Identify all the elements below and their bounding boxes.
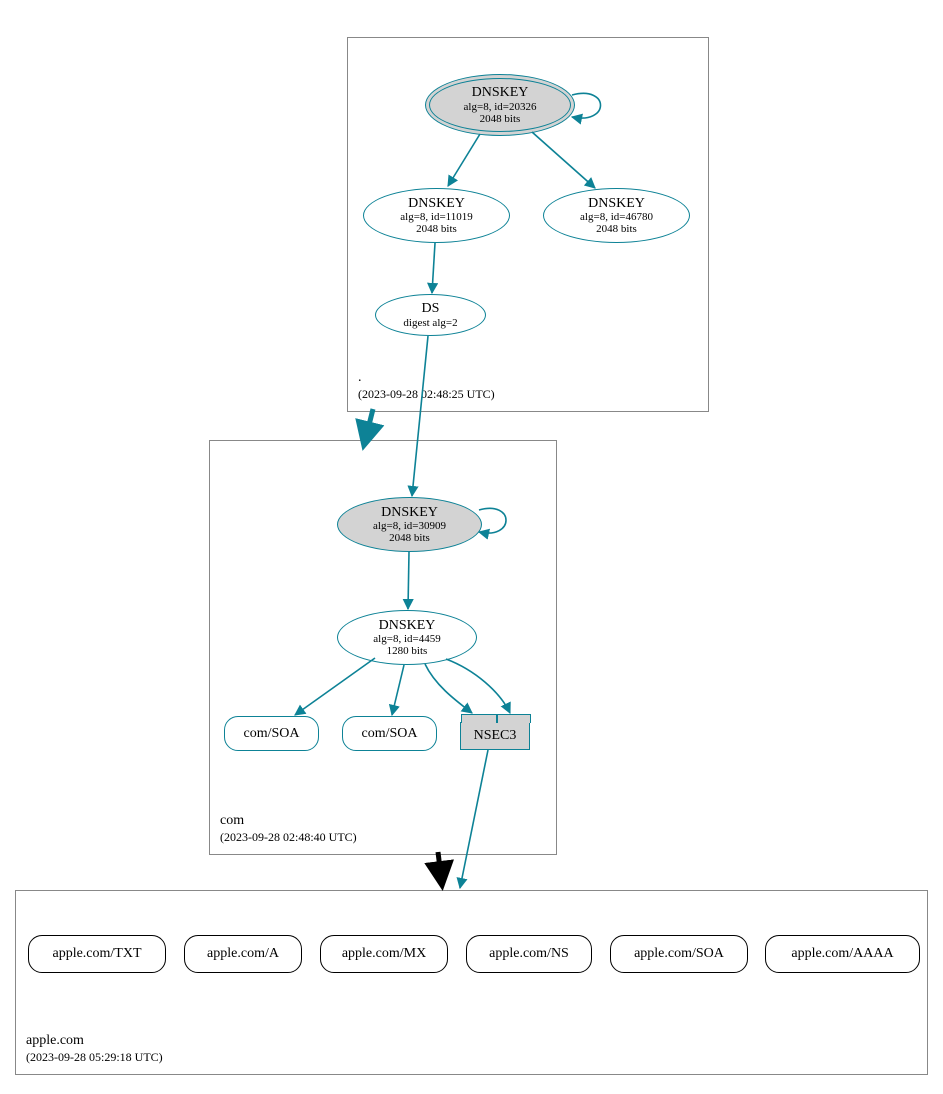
zone-root-ts: (2023-09-28 02:48:25 UTC) xyxy=(358,387,495,403)
node-apple-aaaa: apple.com/AAAA xyxy=(765,935,920,973)
node-apple-mx: apple.com/MX xyxy=(320,935,448,973)
node-apple-soa-title: apple.com/SOA xyxy=(634,946,724,961)
node-root-k2-title: DNSKEY xyxy=(588,196,645,211)
node-com-ksk: DNSKEY alg=8, id=30909 2048 bits xyxy=(337,497,482,552)
node-apple-ns: apple.com/NS xyxy=(466,935,592,973)
zone-com-ts: (2023-09-28 02:48:40 UTC) xyxy=(220,830,357,846)
node-com-soa-1: com/SOA xyxy=(224,716,319,751)
node-com-soa-2-title: com/SOA xyxy=(362,726,418,741)
node-root-zsk-title: DNSKEY xyxy=(408,196,465,211)
node-root-ds-l1: digest alg=2 xyxy=(403,317,457,329)
node-root-zsk-l2: 2048 bits xyxy=(416,223,457,235)
zone-com-name: com xyxy=(220,812,357,830)
zone-com-label: com (2023-09-28 02:48:40 UTC) xyxy=(220,812,357,846)
nsec3-tab-2 xyxy=(497,714,531,723)
zone-apple-ts: (2023-09-28 05:29:18 UTC) xyxy=(26,1050,163,1066)
node-com-ksk-l1: alg=8, id=30909 xyxy=(373,520,446,532)
node-apple-mx-title: apple.com/MX xyxy=(342,946,426,961)
node-root-k2-l2: 2048 bits xyxy=(596,223,637,235)
node-com-soa-2: com/SOA xyxy=(342,716,437,751)
zone-apple-label: apple.com (2023-09-28 05:29:18 UTC) xyxy=(26,1032,163,1066)
node-com-zsk-l1: alg=8, id=4459 xyxy=(373,633,440,645)
node-root-ds: DS digest alg=2 xyxy=(375,294,486,336)
node-root-ksk-l2: 2048 bits xyxy=(480,113,521,125)
node-root-ksk-title: DNSKEY xyxy=(472,85,529,100)
node-nsec3: NSEC3 xyxy=(460,722,530,750)
node-com-zsk-l2: 1280 bits xyxy=(387,645,428,657)
nsec3-tab-1 xyxy=(461,714,497,723)
edge-com-apple-zone xyxy=(438,852,442,885)
zone-root-name: . xyxy=(358,369,495,387)
node-apple-aaaa-title: apple.com/AAAA xyxy=(791,946,893,961)
node-root-ksk-l1: alg=8, id=20326 xyxy=(464,101,537,113)
node-root-k2: DNSKEY alg=8, id=46780 2048 bits xyxy=(543,188,690,243)
zone-apple: apple.com (2023-09-28 05:29:18 UTC) xyxy=(15,890,928,1075)
node-apple-a-title: apple.com/A xyxy=(207,946,279,961)
node-com-zsk-title: DNSKEY xyxy=(379,618,436,633)
node-root-zsk-l1: alg=8, id=11019 xyxy=(400,211,473,223)
node-com-ksk-l2: 2048 bits xyxy=(389,532,430,544)
node-root-k2-l1: alg=8, id=46780 xyxy=(580,211,653,223)
node-apple-txt-title: apple.com/TXT xyxy=(52,946,141,961)
node-com-zsk: DNSKEY alg=8, id=4459 1280 bits xyxy=(337,610,477,665)
node-root-ksk: DNSKEY alg=8, id=20326 2048 bits xyxy=(425,74,575,136)
zone-apple-name: apple.com xyxy=(26,1032,163,1050)
node-nsec3-title: NSEC3 xyxy=(474,728,517,743)
node-root-ds-title: DS xyxy=(422,301,440,316)
node-apple-a: apple.com/A xyxy=(184,935,302,973)
node-apple-soa: apple.com/SOA xyxy=(610,935,748,973)
node-com-ksk-title: DNSKEY xyxy=(381,505,438,520)
node-root-zsk: DNSKEY alg=8, id=11019 2048 bits xyxy=(363,188,510,243)
node-com-soa-1-title: com/SOA xyxy=(244,726,300,741)
zone-root-label: . (2023-09-28 02:48:25 UTC) xyxy=(358,369,495,403)
node-apple-ns-title: apple.com/NS xyxy=(489,946,569,961)
diagram-canvas: . (2023-09-28 02:48:25 UTC) com (2023-09… xyxy=(10,10,933,1084)
node-apple-txt: apple.com/TXT xyxy=(28,935,166,973)
